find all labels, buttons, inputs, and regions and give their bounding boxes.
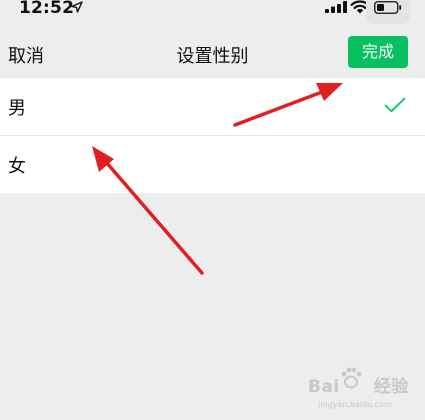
option-male[interactable]: 男 bbox=[0, 78, 425, 136]
battery-icon bbox=[374, 1, 402, 14]
status-time: 12:52 bbox=[19, 0, 75, 18]
done-button[interactable]: 完成 bbox=[348, 36, 408, 68]
signal-icon bbox=[325, 1, 347, 13]
watermark-jingyan: 经验 bbox=[373, 377, 409, 397]
option-label: 女 bbox=[8, 156, 26, 177]
option-label: 男 bbox=[8, 98, 26, 119]
location-arrow-icon bbox=[71, 1, 83, 13]
watermark-bai: Bai bbox=[308, 377, 340, 397]
option-female[interactable]: 女 bbox=[0, 135, 425, 193]
baidu-paw-icon bbox=[341, 367, 362, 389]
gender-option-list: 男 女 bbox=[0, 78, 425, 193]
status-bar: 12:52 bbox=[0, 0, 425, 24]
watermark-subtext: jingyan.baidu.com bbox=[318, 400, 392, 409]
checkmark-icon bbox=[384, 97, 406, 113]
